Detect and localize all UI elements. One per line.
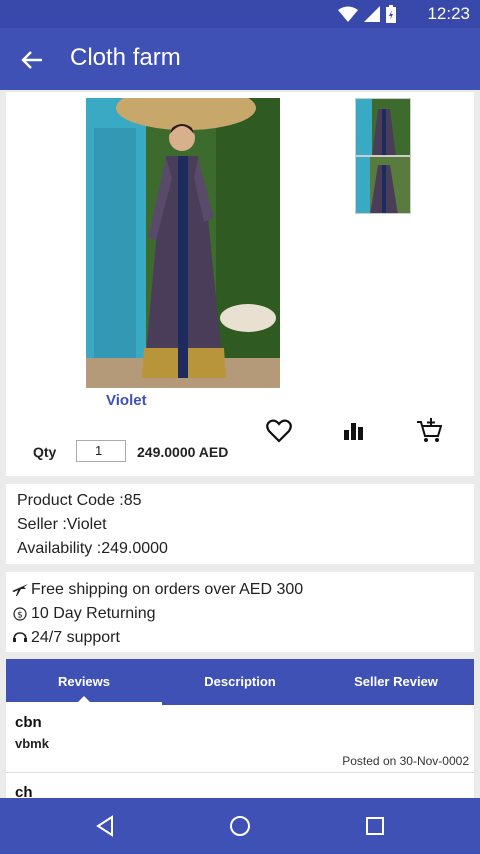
status-icons bbox=[338, 5, 396, 23]
availability: Availability :249.0000 bbox=[17, 540, 168, 557]
battery-icon bbox=[386, 5, 396, 23]
square-recent-icon bbox=[366, 817, 384, 835]
review-author: cbn bbox=[15, 714, 42, 731]
support-icon bbox=[12, 630, 28, 646]
status-time: 12:23 bbox=[427, 4, 470, 23]
tab-seller-review[interactable]: Seller Review bbox=[318, 659, 474, 705]
cart-add-icon bbox=[417, 418, 442, 442]
product-main-image[interactable] bbox=[86, 98, 280, 388]
tab-caret bbox=[78, 696, 90, 702]
review-text: vbmk bbox=[15, 736, 49, 751]
review-date: Posted on 30-Nov-0002 bbox=[342, 754, 469, 768]
returning-text: 10 Day Returning bbox=[31, 605, 156, 622]
nav-home-button[interactable] bbox=[226, 812, 254, 840]
svg-text:$: $ bbox=[17, 611, 23, 621]
price: 249.0000 AED bbox=[137, 444, 229, 460]
tab-description[interactable]: Description bbox=[162, 659, 318, 705]
airplane-icon bbox=[12, 582, 28, 598]
back-button[interactable] bbox=[16, 44, 48, 76]
compare-button[interactable] bbox=[339, 416, 369, 446]
bar-chart-icon bbox=[344, 423, 363, 440]
add-to-cart-button[interactable] bbox=[414, 416, 444, 446]
status-bar: 12:23 bbox=[0, 0, 480, 28]
system-nav-bar bbox=[0, 798, 480, 854]
app-bar: Cloth farm bbox=[0, 28, 480, 90]
nav-back-button[interactable] bbox=[91, 812, 119, 840]
quantity-input[interactable]: 1 bbox=[76, 440, 126, 462]
triangle-back-icon bbox=[96, 815, 113, 837]
review-author: ch bbox=[15, 784, 33, 798]
free-shipping-text: Free shipping on orders over AED 300 bbox=[31, 581, 304, 598]
dollar-circle-icon: $ bbox=[12, 606, 28, 622]
review-item: ch bbox=[6, 775, 474, 798]
heart-icon bbox=[266, 419, 292, 443]
support-text: 24/7 support bbox=[31, 629, 120, 646]
product-code: Product Code :85 bbox=[17, 492, 142, 509]
wishlist-button[interactable] bbox=[264, 416, 294, 446]
product-thumbnail[interactable] bbox=[355, 98, 411, 156]
returning-line: $ 10 Day Returning bbox=[12, 602, 468, 626]
support-line: 24/7 support bbox=[12, 626, 468, 650]
product-thumbnail[interactable] bbox=[355, 156, 411, 214]
free-shipping-line: Free shipping on orders over AED 300 bbox=[12, 578, 468, 602]
wifi-icon bbox=[338, 6, 358, 22]
nav-recent-button[interactable] bbox=[361, 812, 389, 840]
arrow-left-icon bbox=[21, 51, 42, 69]
qty-label: Qty bbox=[33, 444, 57, 460]
product-card: Violet Qty 1 249.0000 AED bbox=[6, 92, 474, 476]
product-info-card: Product Code :85 Seller :Violet Availabi… bbox=[6, 484, 474, 564]
tab-bar: Reviews Description Seller Review bbox=[6, 659, 474, 705]
variant-label: Violet bbox=[106, 392, 147, 409]
page-title: Cloth farm bbox=[70, 44, 181, 71]
shipping-info-card: Free shipping on orders over AED 300 $ 1… bbox=[6, 572, 474, 652]
signal-icon bbox=[364, 6, 380, 22]
review-item: cbn vbmk Posted on 30-Nov-0002 bbox=[6, 705, 474, 773]
circle-home-icon bbox=[230, 816, 250, 836]
review-list: cbn vbmk Posted on 30-Nov-0002 ch bbox=[6, 705, 474, 798]
seller-name: Seller :Violet bbox=[17, 516, 107, 533]
